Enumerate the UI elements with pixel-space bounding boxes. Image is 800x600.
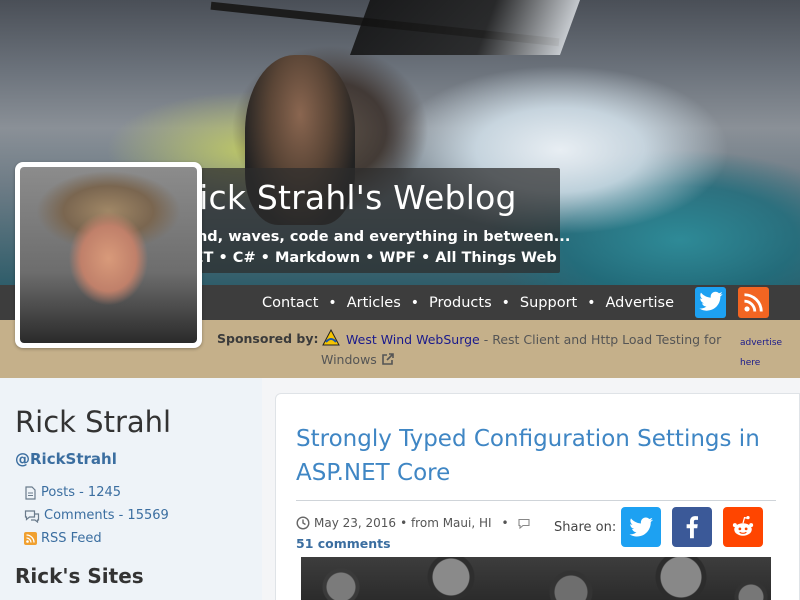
sites-heading: Rick's Sites: [15, 564, 144, 588]
author-twitter-handle[interactable]: @RickStrahl: [15, 450, 117, 468]
twitter-follow-button[interactable]: [695, 287, 726, 318]
document-icon: [25, 485, 36, 500]
comment-bubble-icon[interactable]: [518, 518, 530, 529]
sponsor-text: West Wind WebSurge - Rest Client and Htt…: [321, 330, 736, 370]
meta-separator: •: [501, 516, 509, 530]
top-nav-links: Contact • Articles • Products • Support …: [262, 293, 674, 313]
comments-link[interactable]: 51 comments: [296, 536, 391, 551]
facebook-icon: [686, 516, 698, 539]
posts-count-link[interactable]: Posts - 1245: [24, 485, 121, 500]
rss-feed-button[interactable]: [738, 287, 769, 318]
comments-icon: [24, 509, 40, 523]
author-avatar[interactable]: [15, 162, 202, 348]
nav-contact[interactable]: Contact: [262, 295, 318, 311]
post-hero-image-gears: [301, 557, 771, 600]
share-reddit-button[interactable]: [723, 507, 763, 547]
advertise-here-link[interactable]: advertise here: [740, 333, 790, 373]
nav-articles[interactable]: Articles: [347, 295, 401, 311]
posts-count: Posts - 1245: [41, 485, 122, 500]
nav-products[interactable]: Products: [429, 295, 492, 311]
rss-feed-link[interactable]: RSS Feed: [24, 531, 102, 546]
clock-icon: [296, 516, 310, 530]
title-divider: [296, 500, 776, 501]
site-topics: .NET • C# • Markdown • WPF • All Things …: [176, 250, 557, 266]
nav-separator: •: [410, 295, 420, 311]
post-date: May 23, 2016: [314, 516, 397, 530]
external-link-icon[interactable]: [381, 352, 395, 366]
site-tagline: Wind, waves, code and everything in betw…: [176, 229, 571, 245]
share-twitter-button[interactable]: [621, 507, 661, 547]
nav-support[interactable]: Support: [520, 295, 577, 311]
sponsor-label: Sponsored by:: [217, 331, 319, 346]
twitter-icon: [699, 291, 723, 311]
rss-feed-label: RSS Feed: [41, 531, 102, 546]
share-label: Share on:: [554, 520, 617, 535]
nav-advertise[interactable]: Advertise: [606, 295, 675, 311]
comments-count-link[interactable]: Comments - 15569: [24, 508, 169, 523]
share-facebook-button[interactable]: [672, 507, 712, 547]
post-meta: May 23, 2016 • from Maui, HI •: [296, 516, 534, 530]
author-name: Rick Strahl: [15, 405, 172, 439]
nav-separator: •: [501, 295, 510, 311]
comments-count: Comments - 15569: [44, 508, 169, 523]
banner-windsurf-sail: [349, 0, 581, 55]
twitter-icon: [629, 517, 654, 537]
sites-list-item[interactable]: [26, 592, 196, 600]
site-title[interactable]: Rick Strahl's Weblog: [176, 178, 517, 217]
rss-icon: [24, 532, 37, 545]
reddit-icon: [732, 516, 754, 536]
author-photo: [20, 167, 197, 343]
nav-separator: •: [587, 295, 596, 311]
sponsor-link[interactable]: West Wind WebSurge: [346, 332, 480, 347]
nav-separator: •: [328, 295, 337, 311]
post-title[interactable]: Strongly Typed Configuration Settings in…: [296, 422, 776, 490]
rss-icon: [744, 293, 763, 312]
post-location: • from Maui, HI: [400, 516, 492, 530]
